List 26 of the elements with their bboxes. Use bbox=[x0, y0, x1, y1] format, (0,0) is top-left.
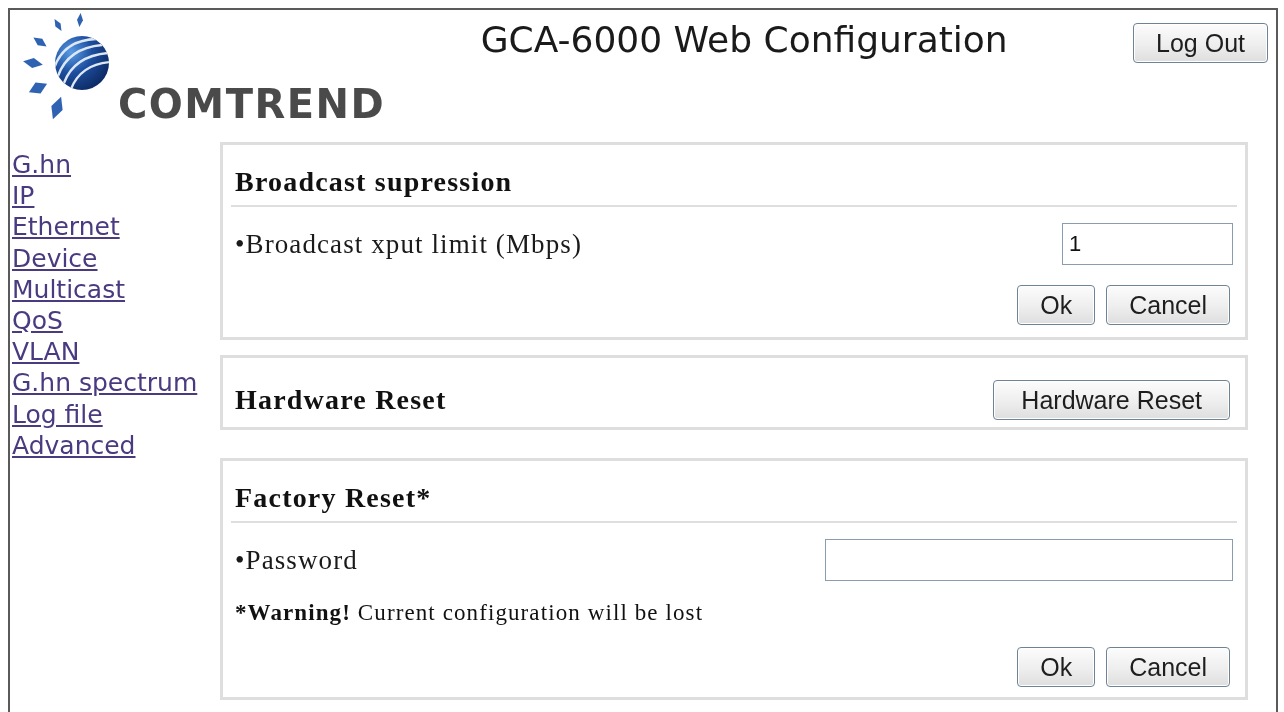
section-heading: Factory Reset* bbox=[234, 481, 433, 515]
warning-text: *Warning! Current configuration will be lost bbox=[234, 600, 705, 626]
ok-button[interactable]: Ok bbox=[1017, 647, 1096, 687]
cancel-button[interactable]: Cancel bbox=[1106, 285, 1230, 325]
reset-button[interactable]: Hardware Reset bbox=[993, 380, 1230, 420]
nav-link[interactable]: Ethernet bbox=[12, 211, 120, 243]
ok-button[interactable]: Ok bbox=[1017, 285, 1096, 325]
nav-link[interactable]: G.hn spectrum bbox=[12, 367, 198, 399]
nav-link[interactable]: IP bbox=[12, 180, 35, 212]
section-heading: Broadcast supression bbox=[234, 165, 514, 199]
section-heading: Hardware Reset bbox=[235, 385, 447, 415]
nav-link[interactable]: G.hn bbox=[12, 149, 71, 181]
logo-wordmark: COMTREND bbox=[118, 84, 386, 124]
cancel-button[interactable]: Cancel bbox=[1106, 647, 1230, 687]
field-label: •Broadcast xput limit (Mbps) bbox=[235, 229, 582, 259]
logout-button[interactable]: Log Out bbox=[1133, 23, 1268, 63]
nav-link[interactable]: Log file bbox=[12, 398, 103, 430]
input-field[interactable] bbox=[825, 539, 1233, 581]
nav-link[interactable]: VLAN bbox=[12, 336, 80, 368]
nav-link[interactable]: QoS bbox=[12, 305, 63, 337]
nav-link[interactable]: Advanced bbox=[12, 429, 136, 462]
nav-link[interactable]: Device bbox=[12, 242, 98, 274]
input-field[interactable]: 1 bbox=[1062, 223, 1233, 265]
field-label: •Password bbox=[235, 545, 358, 575]
nav-link[interactable]: Multicast bbox=[12, 273, 125, 305]
page-title: GCA-6000 Web Configuration bbox=[479, 20, 1009, 60]
